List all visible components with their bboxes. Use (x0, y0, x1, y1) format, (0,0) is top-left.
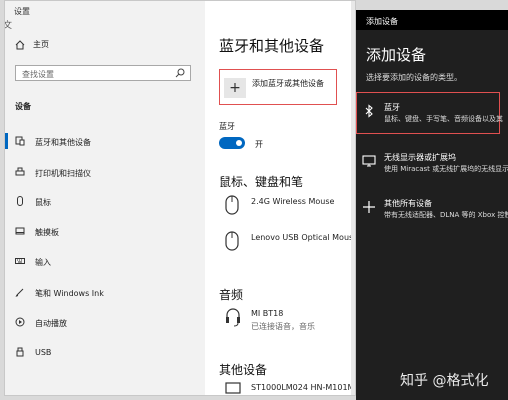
sidebar-item-label: USB (35, 348, 52, 357)
dialog-title: 添加设备 (366, 17, 398, 26)
sidebar-item-printers[interactable]: 打印机和扫描仪 (5, 164, 205, 180)
sidebar-item-label: 输入 (35, 258, 51, 267)
mouse-icon (225, 195, 239, 215)
option-title: 无线显示器或扩展坞 (384, 153, 456, 162)
device-status: 已连接语音，音乐 (251, 322, 315, 331)
sidebar-item-mouse[interactable]: 鼠标 (5, 193, 205, 209)
headset-icon (226, 308, 240, 327)
audio-section-title: 音频 (219, 288, 244, 302)
mouse-icon (225, 231, 239, 251)
option-title: 其他所有设备 (384, 199, 432, 208)
search-placeholder: 查找设置 (22, 70, 54, 79)
home-icon (15, 39, 25, 49)
option-bluetooth[interactable]: 蓝牙 鼠标、键盘、手写笔、音频设备以及其 (356, 98, 508, 134)
autoplay-icon (15, 317, 25, 327)
monitor-icon (362, 155, 376, 167)
sidebar-item-label: 蓝牙和其他设备 (35, 138, 91, 147)
toggle-knob (236, 140, 242, 146)
device-item[interactable]: 2.4G Wireless Mouse (225, 195, 355, 221)
sidebar-item-usb[interactable]: USB (5, 344, 205, 360)
device-name: ST1000LM024 HN-M101MB (251, 383, 356, 392)
sidebar-item-typing[interactable]: 输入 (5, 253, 205, 269)
toggle-state-label: 开 (255, 140, 263, 149)
settings-sidebar: 设置 文 主页 查找设置 设备 蓝牙和其他设备 打印机和扫描仪 鼠标 触摸板 (5, 1, 205, 395)
sidebar-item-label: 触摸板 (35, 228, 59, 237)
device-item[interactable]: Lenovo USB Optical Mouse (225, 231, 356, 257)
device-name: 2.4G Wireless Mouse (251, 197, 335, 206)
active-indicator (5, 133, 8, 149)
dialog-subtitle: 选择要添加的设备的类型。 (366, 73, 462, 82)
sidebar-item-label: 鼠标 (35, 198, 51, 207)
option-desc: 鼠标、键盘、手写笔、音频设备以及其 (384, 115, 503, 123)
watermark: 知乎 @格式化 (400, 373, 489, 389)
sidebar-item-label: 自动播放 (35, 319, 67, 328)
device-item[interactable]: ST1000LM024 HN-M101MB (225, 381, 356, 395)
keyboard-icon (15, 258, 25, 264)
drive-icon (225, 382, 241, 394)
search-icon (175, 68, 185, 78)
sidebar-item-pen[interactable]: 笔和 Windows Ink (5, 284, 205, 300)
dialog-heading: 添加设备 (366, 46, 427, 64)
usb-icon (16, 347, 24, 357)
add-device-dialog: 添加设备 添加设备 选择要添加的设备的类型。 蓝牙 鼠标、键盘、手写笔、音频设备… (356, 10, 508, 400)
dialog-title-bar: 添加设备 (356, 10, 508, 30)
bluetooth-icon (365, 104, 373, 118)
scrollbar[interactable] (351, 1, 355, 395)
cutoff-text: 文 (5, 18, 12, 31)
option-desc: 带有无线适配器、DLNA 等的 Xbox 控制器 (384, 211, 508, 219)
mouse-section-title: 鼠标、键盘和笔 (219, 175, 304, 189)
printer-icon (15, 167, 25, 176)
sidebar-item-touchpad[interactable]: 触摸板 (5, 223, 205, 239)
home-label: 主页 (33, 40, 49, 49)
page-title: 蓝牙和其他设备 (219, 37, 325, 55)
sidebar-item-bluetooth[interactable]: 蓝牙和其他设备 (5, 133, 205, 149)
other-section-title: 其他设备 (219, 363, 268, 377)
window-title: 设置 (14, 7, 30, 16)
add-device-label: 添加蓝牙或其他设备 (252, 79, 324, 88)
option-other-devices[interactable]: 其他所有设备 带有无线适配器、DLNA 等的 Xbox 控制器 (356, 194, 508, 230)
device-item[interactable]: MI BT18 已连接语音，音乐 (225, 307, 355, 333)
sidebar-item-autoplay[interactable]: 自动播放 (5, 314, 205, 330)
mouse-icon (17, 196, 23, 206)
section-title: 设备 (15, 102, 31, 111)
option-title: 蓝牙 (384, 103, 400, 112)
device-name: Lenovo USB Optical Mouse (251, 233, 356, 242)
sidebar-item-label: 笔和 Windows Ink (35, 289, 104, 298)
home-link[interactable]: 主页 (15, 39, 49, 50)
settings-window: 设置 文 主页 查找设置 设备 蓝牙和其他设备 打印机和扫描仪 鼠标 触摸板 (4, 0, 356, 396)
device-name: MI BT18 (251, 309, 284, 318)
search-input[interactable]: 查找设置 (15, 65, 191, 81)
option-desc: 使用 Miracast 或无线扩展坞的无线显示器 (384, 165, 508, 173)
main-content: 蓝牙和其他设备 + 添加蓝牙或其他设备 蓝牙 开 鼠标、键盘和笔 2.4G Wi… (219, 1, 356, 395)
pen-icon (15, 288, 24, 297)
plus-icon (363, 201, 375, 213)
sidebar-item-label: 打印机和扫描仪 (35, 169, 91, 178)
plus-icon: + (224, 78, 246, 98)
bluetooth-toggle[interactable] (219, 137, 245, 149)
add-device-button[interactable]: + 添加蓝牙或其他设备 (219, 69, 337, 105)
bluetooth-label: 蓝牙 (219, 122, 235, 131)
bluetooth-devices-icon (15, 136, 25, 146)
touchpad-icon (15, 227, 25, 235)
option-wireless-display[interactable]: 无线显示器或扩展坞 使用 Miracast 或无线扩展坞的无线显示器 (356, 148, 508, 184)
